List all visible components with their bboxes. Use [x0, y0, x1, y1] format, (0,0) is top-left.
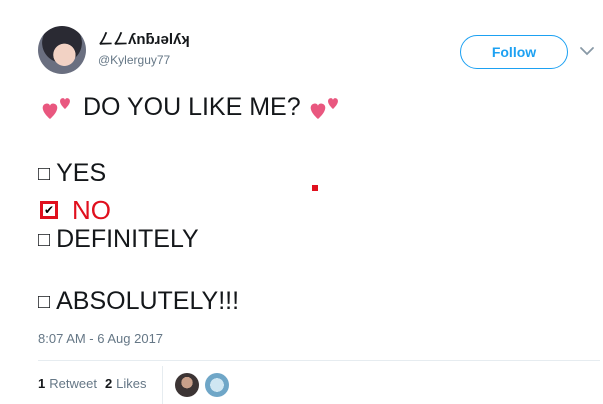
checkmark-icon: ✔	[43, 203, 55, 217]
author-display-name[interactable]: ㄥㄥʎnƃɹǝlʎʞ	[98, 31, 190, 49]
follow-button[interactable]: Follow	[460, 35, 568, 69]
retweets-count: 1	[38, 376, 46, 391]
option-absolutely: □ ABSOLUTELY!!!	[38, 286, 239, 317]
likes-count: 2	[104, 376, 113, 391]
liker-avatar[interactable]	[175, 373, 199, 397]
author-names: ㄥㄥʎnƃɹǝlʎʞ @Kylerguy77	[98, 31, 190, 67]
tweet-card: ㄥㄥʎnƃɹǝlʎʞ @Kylerguy77 Follow DO YOU LIK…	[0, 0, 603, 404]
tweet-header: ㄥㄥʎnƃɹǝlʎʞ @Kylerguy77	[38, 26, 190, 74]
retweets-label: Retweet	[49, 376, 97, 391]
author-avatar[interactable]	[38, 26, 86, 74]
liker-avatars	[175, 373, 235, 397]
retweets-stat[interactable]: 1 Retweet	[38, 376, 97, 391]
question-line: DO YOU LIKE ME?	[40, 92, 344, 123]
empty-checkbox-icon: □	[38, 163, 51, 186]
chevron-down-icon[interactable]	[578, 42, 596, 60]
option-no: ✔ NO	[38, 195, 111, 225]
likes-label: Likes	[116, 376, 147, 391]
option-label: YES	[56, 159, 107, 187]
tweet-timestamp[interactable]: 8:07 AM - 6 Aug 2017	[38, 331, 163, 346]
option-definitely: □ DEFINITELY	[38, 224, 199, 255]
option-label: NO	[72, 195, 111, 225]
empty-checkbox-icon: □	[38, 229, 51, 252]
liker-avatar[interactable]	[205, 373, 229, 397]
author-handle[interactable]: @Kylerguy77	[98, 53, 190, 67]
option-label: DEFINITELY	[56, 225, 199, 253]
checked-checkbox-icon: ✔	[40, 201, 58, 219]
two-hearts-icon	[310, 98, 338, 120]
tweet-stats: 1 Retweet 2 Likes	[38, 376, 155, 391]
empty-checkbox-icon: □	[38, 291, 51, 314]
option-yes: □ YES	[38, 158, 106, 189]
red-dot	[312, 185, 318, 191]
divider	[38, 360, 600, 361]
question-text: DO YOU LIKE ME?	[82, 93, 301, 121]
option-label: ABSOLUTELY!!!	[56, 287, 240, 315]
likes-stat[interactable]: 2 Likes	[105, 376, 147, 391]
stats-divider	[162, 366, 163, 404]
two-hearts-icon	[42, 98, 70, 120]
